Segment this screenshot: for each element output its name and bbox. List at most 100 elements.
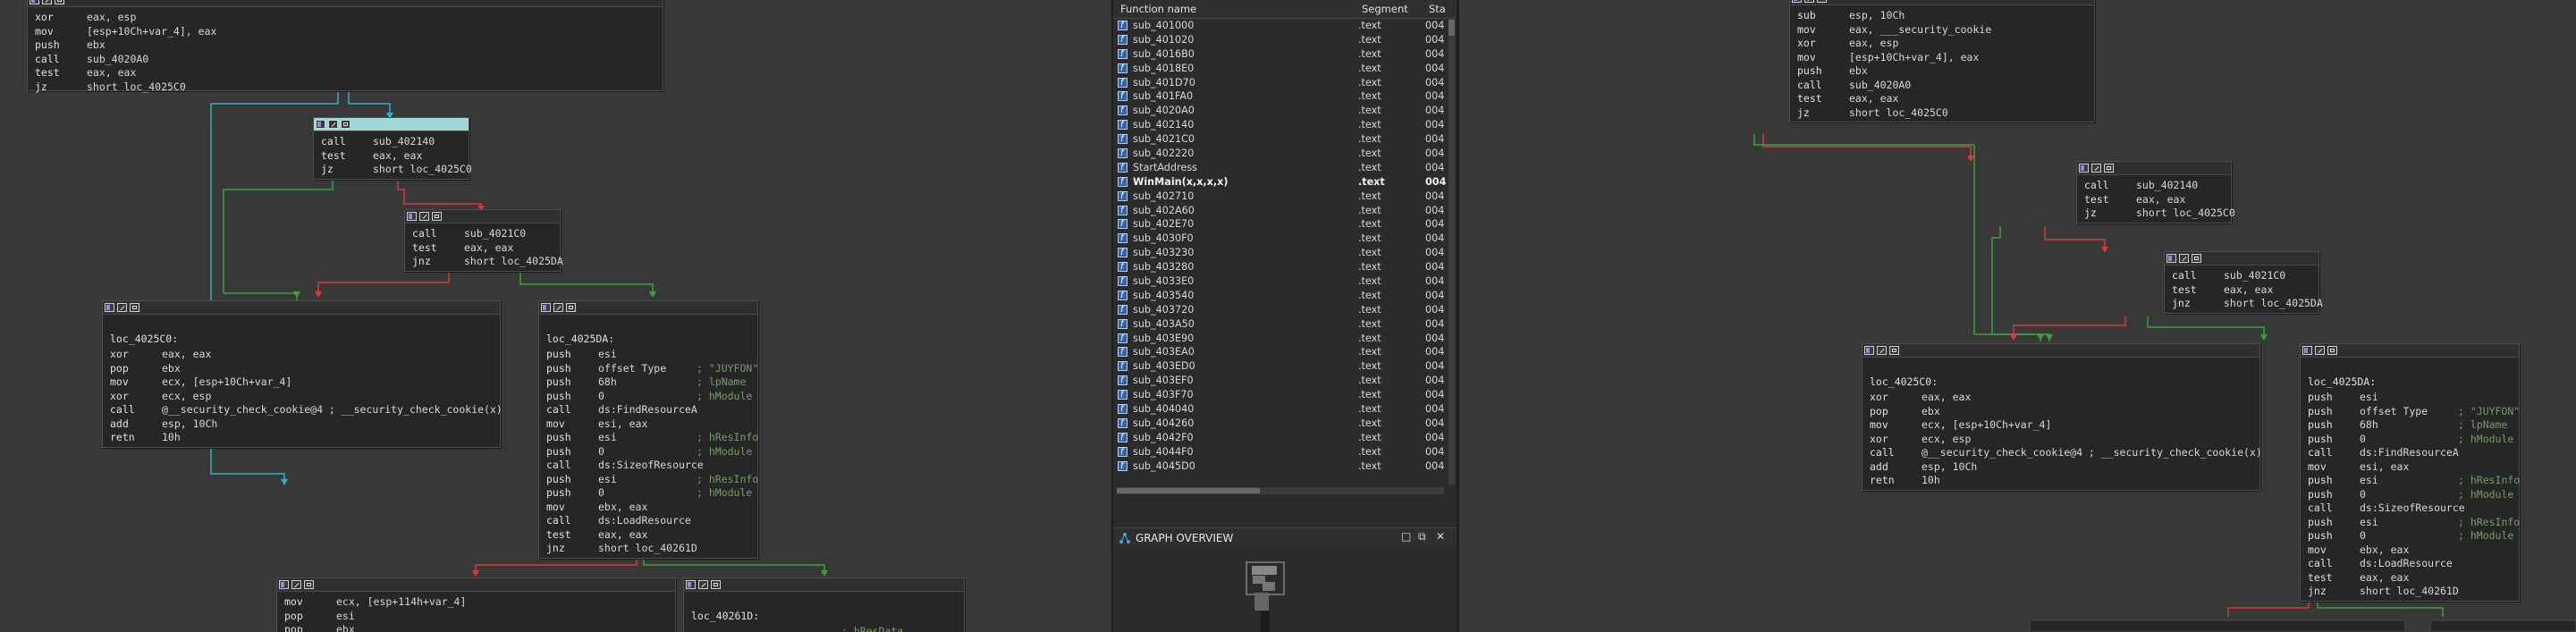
graph-node-loc-4025da[interactable]: loc_4025DA: push esi push offset Type ; "JUYF… xyxy=(2300,343,2520,602)
color-icon[interactable] xyxy=(316,120,325,129)
functions-vertical-scrollbar[interactable] xyxy=(1448,20,1455,485)
color-icon[interactable] xyxy=(1864,346,1874,355)
instruction-line[interactable]: ; hResData xyxy=(691,625,957,632)
instruction-line[interactable]: push esi xyxy=(2308,391,2512,405)
instruction-line[interactable]: push 0 ; hModule xyxy=(546,390,752,404)
functions-vertical-scroll-thumb[interactable] xyxy=(1448,20,1455,36)
operands[interactable]: [esp+10Ch+var_4], eax xyxy=(87,25,216,39)
instruction-line[interactable]: jz short loc_4025C0 xyxy=(1797,106,2087,121)
function-row[interactable]: sub_403230 .text 004 xyxy=(1113,246,1457,260)
operands[interactable]: 0 xyxy=(598,486,604,501)
function-row[interactable]: sub_4042F0 .text 004 xyxy=(1113,431,1457,445)
operands[interactable]: short loc_4025DA xyxy=(2224,297,2323,311)
instruction-line[interactable]: call ds:LoadResource xyxy=(546,514,750,528)
function-row[interactable]: sub_402220 .text 004 xyxy=(1113,147,1457,161)
color-icon[interactable] xyxy=(2302,346,2312,355)
node-header[interactable] xyxy=(1862,344,2259,358)
instruction-line[interactable]: pop esi xyxy=(284,610,668,624)
operands[interactable]: esi xyxy=(2360,474,2378,488)
node-header[interactable] xyxy=(539,301,757,315)
function-row[interactable]: sub_402710 .text 004 xyxy=(1113,190,1457,204)
operands[interactable]: 0 xyxy=(2360,433,2366,447)
rename-icon[interactable] xyxy=(553,303,563,312)
instruction-line[interactable]: push 0 ; hModule xyxy=(2308,488,2513,502)
instruction-line[interactable]: push 68h ; lpName xyxy=(2308,418,2512,433)
instruction-line[interactable]: push 0 ; hModule xyxy=(2308,529,2513,544)
color-icon[interactable] xyxy=(2079,164,2089,173)
function-row[interactable]: sub_4045D0 .text 004 xyxy=(1113,459,1457,474)
instruction-line[interactable]: xor ecx, esp xyxy=(110,390,493,404)
function-row[interactable]: sub_4018E0 .text 004 xyxy=(1113,62,1457,76)
operands[interactable]: esi xyxy=(598,473,617,487)
graph-node-call-sub-4021c0[interactable]: call sub_4021C0 test eax, eax jnz short loc_4… xyxy=(404,209,563,272)
function-row[interactable]: sub_403EA0 .text 004 xyxy=(1113,345,1457,359)
operands[interactable]: eax, esp xyxy=(1849,37,1898,51)
operands[interactable]: ebx xyxy=(336,623,355,632)
operands[interactable]: 0 xyxy=(598,390,604,404)
operands[interactable]: eax, esp xyxy=(87,11,136,25)
instruction-line[interactable]: mov esi, eax xyxy=(546,417,750,432)
operands[interactable]: offset Type xyxy=(2360,405,2428,419)
instruction-line[interactable]: push esi ; hResInfo xyxy=(2308,474,2520,488)
comment-icon[interactable] xyxy=(2104,164,2114,173)
instruction-line[interactable]: call ds:LoadResource xyxy=(2308,557,2512,571)
operands[interactable]: ecx, [esp+10Ch+var_4] xyxy=(162,375,291,390)
instruction-line[interactable]: call sub_402140 xyxy=(321,135,461,149)
graph-node-loc-4025c0[interactable]: loc_4025C0: xor eax, eax pop ebx mov ecx, [esp… xyxy=(102,300,503,448)
function-row[interactable]: sub_403F70 .text 004 xyxy=(1113,388,1457,402)
code-label[interactable]: loc_4025DA: xyxy=(546,333,750,347)
operands[interactable]: 10h xyxy=(1921,474,1940,488)
operands[interactable]: ds:LoadResource xyxy=(598,514,691,528)
function-row[interactable]: sub_403280 .text 004 xyxy=(1113,260,1457,274)
operands[interactable]: eax, eax xyxy=(598,528,647,543)
node-header[interactable] xyxy=(2077,162,2231,175)
instruction-line[interactable]: test eax, eax xyxy=(2172,283,2311,298)
operands[interactable]: 68h xyxy=(598,375,617,390)
instruction-line[interactable]: call sub_4020A0 xyxy=(35,53,655,67)
operands[interactable]: 0 xyxy=(2360,529,2366,544)
operands[interactable]: ecx, esp xyxy=(162,390,211,404)
operands[interactable]: ds:SizeofResource xyxy=(2360,501,2465,516)
operands[interactable]: eax, ___security_cookie xyxy=(1849,23,1991,38)
instruction-line[interactable]: call ds:SizeofResource xyxy=(546,459,750,473)
operands[interactable]: short loc_4025C0 xyxy=(2136,206,2235,221)
instruction-line[interactable]: test eax, eax xyxy=(2084,193,2224,207)
operands[interactable]: short loc_4025C0 xyxy=(87,80,186,95)
instruction-line[interactable]: xor eax, eax xyxy=(110,348,493,362)
instruction-line[interactable]: mov [esp+10Ch+var_4], eax xyxy=(1797,51,2087,65)
operands[interactable]: eax, eax xyxy=(1921,391,1971,405)
operands[interactable]: @__security_check_cookie@4 ; __security_… xyxy=(1921,446,2262,460)
instruction-line[interactable]: call ds:SizeofResource xyxy=(2308,501,2512,516)
instruction-line[interactable]: retn 10h xyxy=(110,431,493,445)
rename-icon[interactable] xyxy=(698,580,708,589)
operands[interactable]: ecx, [esp+10Ch+var_4] xyxy=(1921,418,2051,433)
operands[interactable]: esi xyxy=(2360,391,2378,405)
operands[interactable]: sub_4020A0 xyxy=(87,53,148,67)
operands[interactable]: ebx, eax xyxy=(2360,544,2409,558)
function-row[interactable]: sub_4016B0 .text 004 xyxy=(1113,47,1457,62)
rename-icon[interactable] xyxy=(328,120,338,129)
instruction-line[interactable]: add esp, 10Ch xyxy=(1870,460,2252,475)
instruction-line[interactable]: push 0 ; hModule xyxy=(2308,433,2513,447)
operands[interactable]: eax, eax xyxy=(464,241,513,256)
graph-node-call-sub-4021c0[interactable]: call sub_4021C0 test eax, eax jnz short loc_4… xyxy=(2164,251,2323,314)
operands[interactable]: esi xyxy=(336,610,355,624)
function-row[interactable]: sub_403720 .text 004 xyxy=(1113,303,1457,317)
instruction-line[interactable]: call @__security_check_cookie@4 ; __secur… xyxy=(1870,446,2262,460)
float-panel-icon[interactable]: ⧉ xyxy=(1418,531,1428,542)
node-header[interactable] xyxy=(277,578,675,592)
rename-icon[interactable] xyxy=(1804,0,1814,3)
instruction-line[interactable]: push offset Type ; "JUYFON" xyxy=(2308,405,2520,419)
instruction-line[interactable]: call sub_4021C0 xyxy=(412,227,553,241)
instruction-line[interactable]: jnz short loc_40261D xyxy=(546,542,750,556)
instruction-line[interactable]: push ebx xyxy=(35,38,655,53)
instruction-line[interactable]: pop ebx xyxy=(284,623,668,632)
comment-icon[interactable] xyxy=(304,580,314,589)
rename-icon[interactable] xyxy=(1877,346,1887,355)
comment-icon[interactable] xyxy=(711,580,721,589)
function-row[interactable]: sub_404260 .text 004 xyxy=(1113,417,1457,431)
rename-icon[interactable] xyxy=(42,0,52,4)
instruction-line[interactable]: add esp, 10Ch xyxy=(110,417,493,432)
rename-icon[interactable] xyxy=(117,303,127,312)
instruction-line[interactable]: push esi xyxy=(546,348,750,362)
